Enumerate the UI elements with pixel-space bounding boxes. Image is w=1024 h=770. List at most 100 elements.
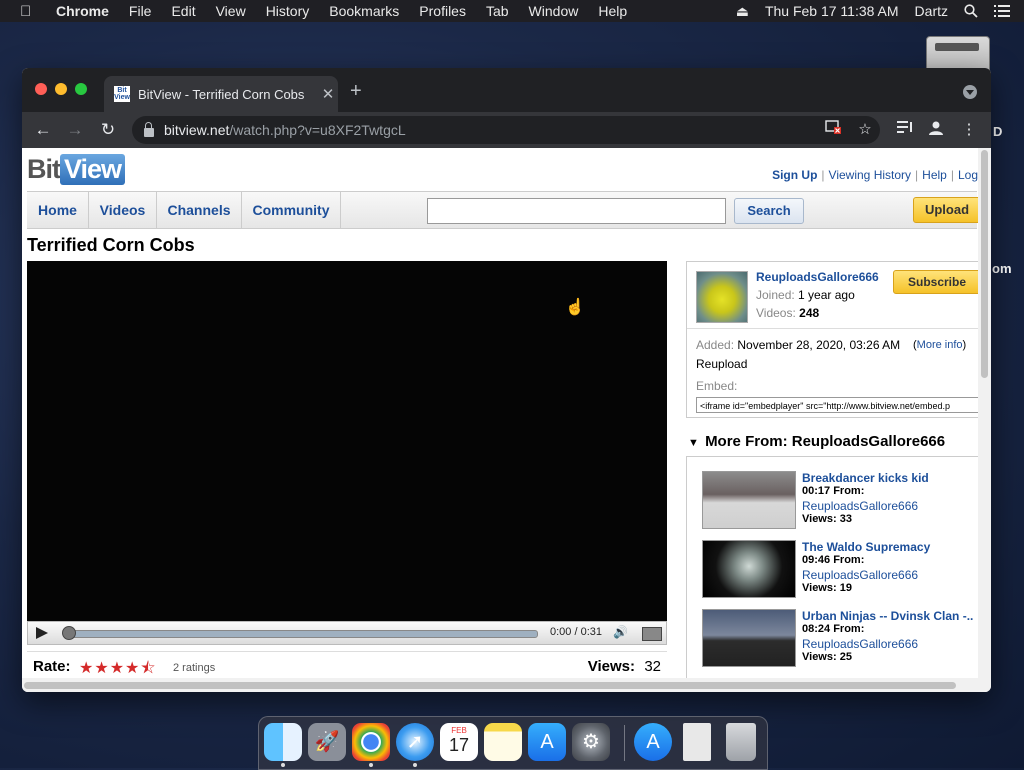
viewing-history-link[interactable]: Viewing History [829, 168, 911, 182]
document-icon[interactable] [683, 723, 711, 761]
launchpad-icon[interactable]: 🚀 [308, 723, 346, 761]
url-host: bitview.net [164, 122, 230, 138]
menu-history[interactable]: History [266, 3, 310, 19]
related-video-title[interactable]: Urban Ninjas -- Dvinsk Clan -.. [802, 609, 973, 623]
notification-center-icon[interactable] [994, 5, 1010, 17]
apple-menu-icon[interactable]:  [20, 3, 38, 20]
safari-icon[interactable]: ➚ [396, 723, 434, 761]
sign-up-link[interactable]: Sign Up [772, 168, 817, 182]
nav-community[interactable]: Community [242, 192, 341, 228]
app-store-icon[interactable]: A [528, 723, 566, 761]
dock-separator [624, 725, 625, 761]
bitview-logo[interactable]: Bit View [27, 152, 126, 186]
menu-file[interactable]: File [129, 3, 152, 19]
rating-stars-icon[interactable]: ★★★★⯪ [79, 657, 157, 678]
nav-channels[interactable]: Channels [157, 192, 242, 228]
lock-icon[interactable] [144, 121, 154, 137]
search-input[interactable] [427, 198, 726, 224]
chrome-menu-icon[interactable]: ⋮ [959, 120, 979, 140]
nav-home[interactable]: Home [27, 192, 89, 228]
menu-view[interactable]: View [216, 3, 246, 19]
menu-bookmarks[interactable]: Bookmarks [329, 3, 399, 19]
vertical-scroll-thumb[interactable] [981, 150, 988, 378]
uploader-name-link[interactable]: ReuploadsGallore666 [756, 270, 879, 284]
video-player[interactable]: ☝ [27, 261, 667, 621]
upload-button[interactable]: Upload [913, 197, 978, 223]
more-from-heading[interactable]: ▼ More From: ReuploadsGallore666 [688, 433, 945, 450]
uploader-avatar[interactable] [696, 271, 748, 323]
play-icon[interactable] [36, 627, 48, 639]
joined-value: 1 year ago [798, 288, 855, 302]
search-button[interactable]: Search [734, 198, 804, 224]
notes-icon[interactable] [484, 723, 522, 761]
profile-avatar-icon[interactable] [926, 120, 946, 140]
tab-bitview[interactable]: Bit View BitView - Terrified Corn Cobs ✕ [104, 76, 338, 112]
trash-icon[interactable] [726, 723, 756, 761]
new-tab-icon[interactable]: + [350, 80, 362, 103]
menu-user-name[interactable]: Dartz [915, 3, 948, 19]
logo-bit-text: Bit [27, 153, 61, 184]
horizontal-scrollbar[interactable] [22, 678, 991, 692]
logo-view-text: View [60, 153, 126, 185]
minimize-window-button[interactable] [55, 83, 67, 95]
tab-search-icon[interactable] [963, 85, 977, 99]
vertical-scrollbar[interactable] [978, 148, 991, 678]
embed-label: Embed: [696, 379, 738, 393]
log-in-link[interactable]: Log [958, 168, 978, 182]
close-window-button[interactable] [35, 83, 47, 95]
list-item[interactable]: Breakdancer kicks kid 00:17 From: Reuplo… [702, 471, 978, 533]
menu-clock[interactable]: Thu Feb 17 11:38 AM [765, 3, 899, 19]
media-controls-icon[interactable] [895, 120, 915, 140]
related-video-title[interactable]: Breakdancer kicks kid [802, 471, 929, 485]
chrome-icon[interactable] [352, 723, 390, 761]
video-thumbnail[interactable] [702, 609, 796, 667]
related-video-meta: 08:24 From: [802, 623, 865, 635]
related-video-views: Views: 25 [802, 651, 852, 663]
seek-handle[interactable] [62, 626, 76, 640]
address-bar[interactable]: bitview.net/watch.php?v=u8XF2TwtgcL [132, 116, 880, 144]
seek-bar[interactable] [64, 630, 538, 638]
video-thumbnail[interactable] [702, 540, 796, 598]
forward-arrow-icon[interactable]: → [64, 119, 86, 141]
menu-help[interactable]: Help [598, 3, 627, 19]
fullscreen-icon[interactable] [642, 627, 662, 641]
collapse-triangle-icon[interactable]: ▼ [688, 437, 699, 449]
list-item[interactable]: The Waldo Supremacy 09:46 From: Reupload… [702, 540, 978, 602]
rating-bar: Rate: ★★★★⯪ 2 ratings Views: 32 [27, 651, 667, 678]
finder-icon[interactable] [264, 723, 302, 761]
video-thumbnail[interactable] [702, 471, 796, 529]
system-preferences-icon[interactable]: ⚙ [572, 723, 610, 761]
related-video-title[interactable]: The Waldo Supremacy [802, 540, 930, 554]
nav-videos[interactable]: Videos [89, 192, 157, 228]
related-video-user[interactable]: ReuploadsGallore666 [802, 499, 918, 513]
menu-tab[interactable]: Tab [486, 3, 509, 19]
menu-window[interactable]: Window [529, 3, 579, 19]
drive-slot [935, 43, 979, 51]
help-link[interactable]: Help [922, 168, 947, 182]
eject-icon[interactable]: ⏏ [736, 3, 749, 20]
volume-icon[interactable]: 🔊 [613, 625, 628, 639]
popup-blocked-icon[interactable] [823, 120, 843, 140]
zoom-window-button[interactable] [75, 83, 87, 95]
close-tab-icon[interactable]: ✕ [318, 85, 338, 103]
menu-edit[interactable]: Edit [171, 3, 195, 19]
embed-code-field[interactable]: <iframe id="embedplayer" src="http://www… [696, 397, 978, 413]
downloads-icon[interactable]: A [634, 723, 672, 761]
bookmark-star-icon[interactable]: ☆ [855, 120, 875, 140]
views-count: 32 [644, 658, 661, 675]
horizontal-scroll-thumb[interactable] [24, 682, 956, 689]
web-page: Bit View Sign Up | Viewing History | Help | Lo… [22, 148, 978, 678]
menu-app-name[interactable]: Chrome [56, 3, 109, 19]
reload-icon[interactable]: ↻ [97, 119, 119, 141]
menu-profiles[interactable]: Profiles [419, 3, 466, 19]
spotlight-search-icon[interactable] [964, 4, 978, 18]
calendar-icon[interactable]: FEB 17 [440, 723, 478, 761]
subscribe-button[interactable]: Subscribe [893, 270, 978, 294]
back-arrow-icon[interactable]: ← [32, 119, 54, 141]
related-video-user[interactable]: ReuploadsGallore666 [802, 637, 918, 651]
related-video-user[interactable]: ReuploadsGallore666 [802, 568, 918, 582]
macos-menu-bar:  Chrome File Edit View History Bookmark… [0, 0, 1024, 22]
list-item[interactable]: Urban Ninjas -- Dvinsk Clan -.. 08:24 Fr… [702, 609, 978, 671]
video-count-info: Videos: 248 [756, 306, 819, 320]
more-info-link[interactable]: More info [917, 339, 963, 351]
